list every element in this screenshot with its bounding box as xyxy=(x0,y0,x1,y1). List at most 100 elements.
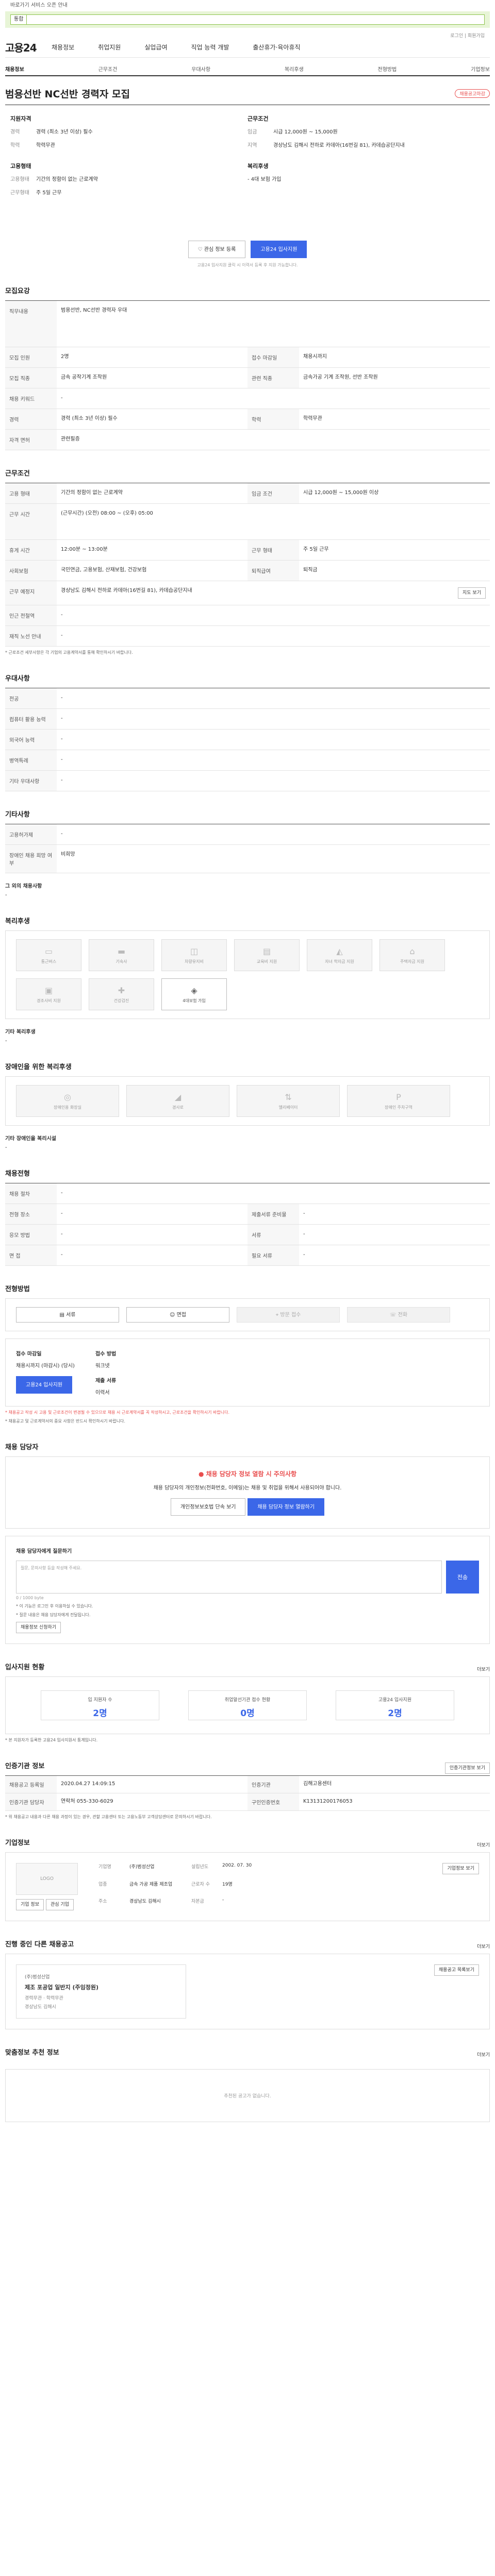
bus-icon: ▭ xyxy=(44,946,53,956)
corp-more-link[interactable]: 더보기 xyxy=(477,1841,490,1848)
welfare-item: ◭ 자녀 학자금 지원 xyxy=(307,939,372,971)
welfare-item: ▣ 경조사비 지원 xyxy=(16,978,81,1010)
company-detail-button[interactable]: 기업정보 보기 xyxy=(442,1863,479,1874)
section-tabs: 채용정보 근무조건 우대사항 복리후생 전형방법 기업정보 xyxy=(5,62,490,76)
interest-button[interactable]: ♡ 관심 정보 등록 xyxy=(188,241,246,258)
register-button[interactable]: 채용정보 신청하기 xyxy=(16,1622,61,1633)
prefer-section: 우대사항 전공 - 컴퓨터 활용 능력 - 외국어 능력 - 병역특례 - 기타 우대사… xyxy=(5,673,490,791)
stat-card: 고용24 입사지원 2명 xyxy=(336,1690,454,1720)
welfare-item: ▭ 통근버스 xyxy=(16,939,81,971)
disability-title: 장애인을 위한 복리후생 xyxy=(5,1063,72,1071)
info-section: 인증기관 정보 인증기관정보 보기 채용공고 등록일 2020.04.27 14:0… xyxy=(5,1760,490,1820)
disability-item: ⇅ 엘리베이터 xyxy=(237,1085,340,1117)
parking-icon: P xyxy=(396,1092,401,1102)
question-textarea[interactable]: 질문, 문의사항 등을 작성해 주세요. xyxy=(16,1561,442,1594)
job-list-button[interactable]: 채용공고 목록보기 xyxy=(434,1964,479,1976)
manager-title: 채용 담당자 xyxy=(5,1444,39,1451)
stats-more-link[interactable]: 더보기 xyxy=(477,1666,490,1672)
ongoing-section: 진행 중인 다른 채용공고 더보기 (주)범성산업 제조 포공업 일반지 (주임정… xyxy=(5,1939,490,2029)
prefer-title: 우대사항 xyxy=(5,675,30,683)
disability-item: ◎ 장애인용 화장실 xyxy=(16,1085,119,1117)
page: 바로가기 서비스 오픈 안내 통합 로그인 | 회원가입 고용24 채용정보 취… xyxy=(5,0,490,2122)
gnb-item-jobs[interactable]: 채용정보 xyxy=(52,43,74,52)
recommend-more-link[interactable]: 더보기 xyxy=(477,2051,490,2058)
corp-section: 기업정보 더보기 LOGO 기업 정보 관심 기업 기업명 (주)범성산업 설립년도… xyxy=(5,1837,490,1921)
stat-card: 입 지원자 수 2명 xyxy=(41,1690,159,1720)
gnb-item-support[interactable]: 취업지원 xyxy=(98,43,121,52)
tab-recruit[interactable]: 채용정보 xyxy=(5,65,24,73)
gnb-item-unemployment[interactable]: 실업급여 xyxy=(144,43,167,52)
process-title: 채용전형 xyxy=(5,1170,30,1178)
apply-button-2[interactable]: 고용24 입사지원 xyxy=(16,1376,73,1394)
document-icon: ▤ xyxy=(59,1312,67,1318)
stat-card: 취업알선기관 접수 현황 0명 xyxy=(188,1690,307,1720)
tab-proc[interactable]: 전형방법 xyxy=(378,65,397,73)
tab-work[interactable]: 근무조건 xyxy=(98,65,118,73)
method-document[interactable]: ▤ 서류 xyxy=(16,1307,119,1323)
etc-title: 기타사항 xyxy=(5,811,30,819)
method-visit: ⌖ 방문 접수 xyxy=(237,1307,340,1323)
company-info-button[interactable]: 기업 정보 xyxy=(16,1899,44,1910)
search-input[interactable] xyxy=(27,14,485,25)
info-button[interactable]: 인증기관정보 보기 xyxy=(444,1762,490,1774)
ongoing-more-link[interactable]: 더보기 xyxy=(477,1943,490,1950)
gift-icon: ▣ xyxy=(44,985,53,995)
company-logo: LOGO xyxy=(16,1863,78,1895)
summary-welfare-title: 복리후생 xyxy=(248,163,269,170)
stats-section: 입사지원 현황 더보기 입 지원자 수 2명 취업알선기관 접수 현황 0명 고용24… xyxy=(5,1664,490,1742)
job-summary: 지원자격 경력 경력 (최소 3년 이상) 필수 학력 학력무관 고용형태 고용형태… xyxy=(5,105,490,233)
welfare-item-active: ◈ 4대보험 가입 xyxy=(161,978,227,1010)
etc-section: 기타사항 고용허가제 - 장애인 채용 희망 여부 비희망 그 외의 채용사항 - xyxy=(5,809,490,898)
phone-icon: ☏ xyxy=(389,1312,398,1318)
work-note: * 근로조건 세부사항은 각 기업의 고용계약서를 통해 확인하시기 바랍니다. xyxy=(5,650,133,655)
summary-qual-title: 지원자격 xyxy=(10,115,31,122)
welfare-title: 복리후생 xyxy=(5,918,30,925)
map-button[interactable]: 지도 보기 xyxy=(458,587,486,599)
recruit-section: 모집요강 직무내용 범용선반, NC선반 경력자 우대 모집 인원 2명 접수 마감일… xyxy=(5,285,490,450)
welfare-section: 복리후생 ▭ 통근버스 ▬ 기숙사 ◫ 차량유지비 ▤ 교육비 지원 ◭ 자녀 학자금 지… xyxy=(5,916,490,1044)
car-icon: ◫ xyxy=(190,946,199,956)
tab-corp[interactable]: 기업정보 xyxy=(471,65,490,73)
bed-icon: ▬ xyxy=(117,946,126,956)
global-nav: 고용24 채용정보 취업지원 실업급여 직업 능력 개발 출산휴가·육아휴직 xyxy=(5,37,490,58)
welfare-item: ⌂ 주택자금 지원 xyxy=(380,939,445,971)
view-manager-button[interactable]: 채용 담당자 정보 열람하기 xyxy=(248,1498,325,1516)
summary-work-title: 근무조건 xyxy=(248,115,269,122)
recommend-empty: 추천된 공고가 없습니다. xyxy=(5,2069,490,2122)
company-fav-button[interactable]: 관심 기업 xyxy=(45,1899,74,1910)
apply-button[interactable]: 고용24 입사지원 xyxy=(251,241,307,258)
disability-item: ◢ 경사로 xyxy=(126,1085,229,1117)
privacy-law-button[interactable]: 개인정보보호법 단속 보기 xyxy=(170,1498,246,1516)
recommend-section: 맞춤정보 추천 정보 더보기 추천된 공고가 없습니다. xyxy=(5,2047,490,2122)
manager-section: 채용 담당자 ● 채용 담당자 정보 열람 시 주의사항 채용 담당자의 개인정… xyxy=(5,1442,490,1644)
search-scope-select[interactable]: 통합 xyxy=(10,14,27,25)
elevator-icon: ⇅ xyxy=(285,1092,292,1102)
apply-title: 전형방법 xyxy=(5,1285,30,1293)
summary-type-title: 고용형태 xyxy=(10,163,31,170)
process-section: 채용전형 채용 절차 - 전형 장소 - 제출서류 준비물 - 응모 방법 - 서류 - 면 … xyxy=(5,1168,490,1266)
top-util-links[interactable]: 로그인 | 회원가입 xyxy=(450,32,485,39)
disability-section: 장애인을 위한 복리후생 ◎ 장애인용 화장실 ◢ 경사로 ⇅ 엘리베이터 P 장애인 … xyxy=(5,1061,490,1150)
site-logo[interactable]: 고용24 xyxy=(5,40,52,55)
send-button[interactable]: 전송 xyxy=(446,1561,479,1594)
method-phone: ☏ 전화 xyxy=(347,1307,450,1323)
tab-welfare[interactable]: 복리후생 xyxy=(285,65,304,73)
gnb-item-training[interactable]: 직업 능력 개발 xyxy=(191,43,229,52)
search-bar: 통합 xyxy=(5,11,490,28)
page-title: 범용선반 NC선반 경력자 모집 xyxy=(5,89,130,100)
job-card[interactable]: (주)범성산업 제조 포공업 일반지 (주임정원) 경력무관 · 학력무관 경상… xyxy=(16,1964,186,2019)
method-interview[interactable]: ☺ 면접 xyxy=(126,1307,229,1323)
welfare-item: ◫ 차량유지비 xyxy=(161,939,227,971)
person-icon: ☺ xyxy=(169,1312,177,1318)
restroom-icon: ◎ xyxy=(64,1092,71,1102)
tab-prefer[interactable]: 우대사항 xyxy=(191,65,210,73)
recruit-title: 모집요강 xyxy=(5,287,30,295)
welfare-item: ▬ 기숙사 xyxy=(89,939,154,971)
welfare-item: ▤ 교육비 지원 xyxy=(234,939,300,971)
notice-bar[interactable]: 바로가기 서비스 오픈 안내 xyxy=(5,0,490,11)
alert-icon: ● xyxy=(198,1470,206,1478)
gnb-item-leave[interactable]: 출산휴가·육아휴직 xyxy=(253,43,300,52)
welfare-item: ✚ 건강검진 xyxy=(89,978,154,1010)
apply-footnote: 고용24 입사지원 클릭 시 이력서 등록 후 지원 가능합니다. xyxy=(197,263,298,267)
shield-icon: ◈ xyxy=(191,985,197,995)
